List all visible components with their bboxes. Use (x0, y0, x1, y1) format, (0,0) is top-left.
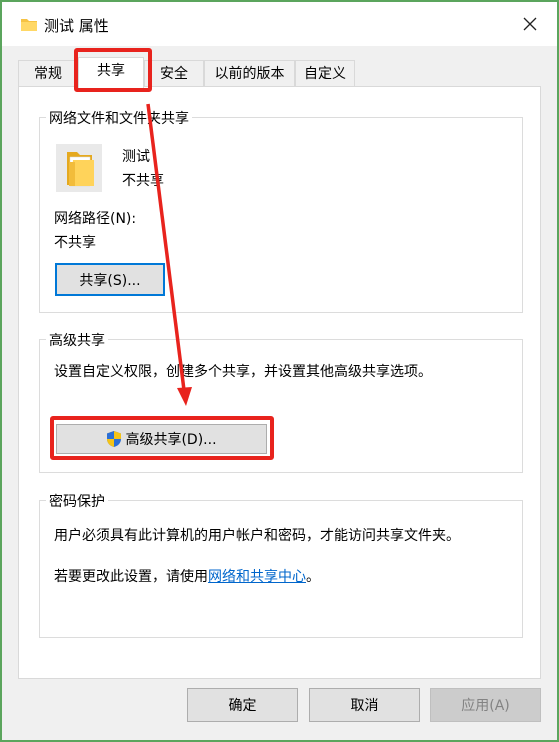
advanced-sharing-button-label: 高级共享(D)... (125, 432, 217, 448)
tab-general[interactable]: 常规 (18, 60, 78, 87)
title-bar: 测试 属性 (2, 2, 557, 46)
change-suffix: 。 (306, 569, 320, 585)
network-sharing-center-link[interactable]: 网络和共享中心 (208, 569, 306, 585)
folder-icon (21, 19, 37, 31)
tab-security[interactable]: 安全 (144, 60, 204, 87)
password-description: 用户必须具有此计算机的用户帐户和密码，才能访问共享文件夹。 (54, 528, 460, 544)
tab-previous-versions[interactable]: 以前的版本 (204, 60, 295, 87)
advanced-sharing-group: 高级共享 设置自定义权限，创建多个共享，并设置其他高级共享选项。 高级共享(D)… (39, 330, 523, 473)
window-title: 测试 属性 (44, 17, 109, 35)
sharing-panel: 网络文件和文件夹共享 测试 不共享 网络路径(N): 不共享 共享(S)... … (18, 86, 541, 679)
properties-dialog: 测试 属性 常规 共享 安全 以前的版本 自定义 网络文件和文件夹共享 测试 不… (2, 2, 557, 740)
tab-sharing[interactable]: 共享 (78, 57, 144, 88)
ok-button[interactable]: 确定 (187, 688, 298, 722)
password-protection-group: 密码保护 用户必须具有此计算机的用户帐户和密码，才能访问共享文件夹。 若要更改此… (39, 491, 523, 638)
advanced-sharing-button[interactable]: 高级共享(D)... (56, 424, 267, 454)
folder-name: 测试 (122, 149, 150, 165)
folder-thumbnail (56, 144, 102, 192)
group-label: 高级共享 (46, 330, 108, 350)
advanced-sharing-description: 设置自定义权限，创建多个共享，并设置其他高级共享选项。 (54, 364, 432, 380)
close-icon (523, 17, 537, 31)
folder-icon (67, 152, 94, 187)
apply-button[interactable]: 应用(A) (430, 688, 541, 722)
network-path-value: 不共享 (54, 235, 96, 251)
uac-shield-icon (107, 431, 122, 447)
tab-customize[interactable]: 自定义 (295, 60, 355, 87)
change-prefix: 若要更改此设置，请使用 (54, 569, 208, 585)
close-button[interactable] (511, 8, 549, 40)
network-path-label: 网络路径(N): (54, 211, 137, 227)
share-status: 不共享 (122, 173, 164, 189)
share-button[interactable]: 共享(S)... (55, 263, 165, 296)
network-sharing-group: 网络文件和文件夹共享 测试 不共享 网络路径(N): 不共享 共享(S)... (39, 108, 523, 313)
password-change-instructions: 若要更改此设置，请使用网络和共享中心。 (54, 566, 320, 586)
cancel-button[interactable]: 取消 (309, 688, 420, 722)
group-label: 网络文件和文件夹共享 (46, 108, 192, 128)
group-label: 密码保护 (46, 491, 108, 511)
